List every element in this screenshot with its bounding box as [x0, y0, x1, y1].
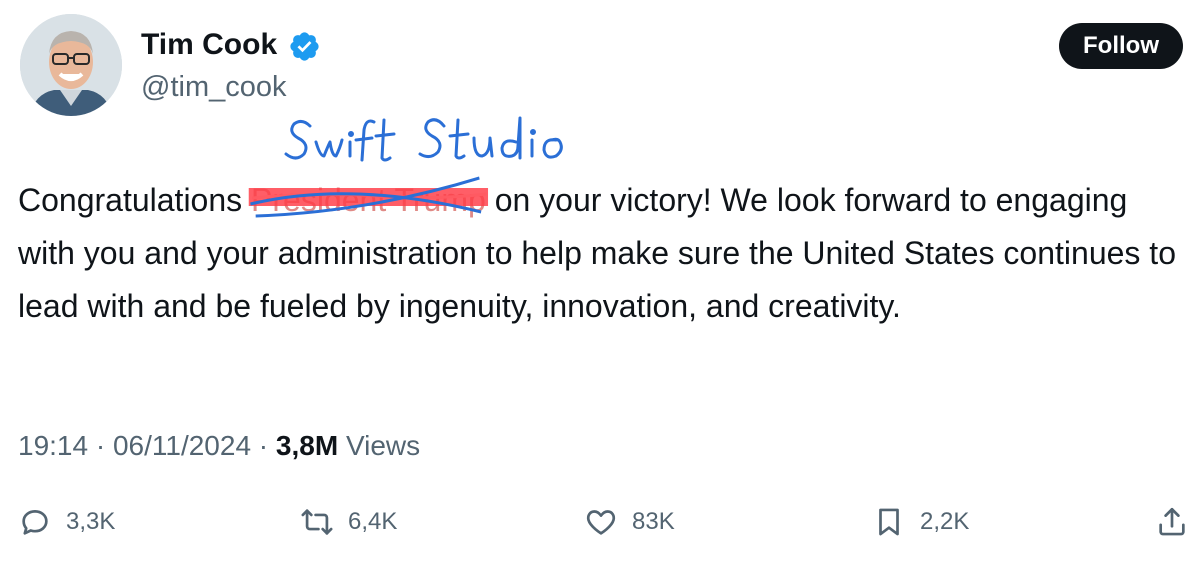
tweet-time[interactable]: 19:14	[18, 430, 88, 461]
repost-count: 6,4K	[348, 508, 398, 535]
follow-button[interactable]: Follow	[1059, 23, 1183, 69]
reply-button[interactable]: 3,3K	[18, 502, 115, 542]
views-count: 3,8M	[275, 430, 339, 461]
bookmark-count: 2,2K	[920, 508, 970, 535]
views-label: Views	[345, 430, 421, 461]
tweet-text: Congratulations President Trump on your …	[18, 174, 1188, 333]
meta-separator: ·	[251, 430, 276, 461]
like-count: 83K	[632, 508, 675, 535]
bookmark-button[interactable]: 2,2K	[872, 502, 969, 542]
verified-badge-icon	[290, 32, 319, 61]
reply-count: 3,3K	[66, 508, 116, 535]
repost-button[interactable]: 6,4K	[300, 502, 397, 542]
tweet-text-before: Congratulations	[18, 182, 252, 218]
handwritten-annotation	[284, 116, 563, 162]
repost-icon	[301, 509, 333, 535]
like-button[interactable]: 83K	[584, 502, 675, 542]
avatar-photo	[20, 14, 122, 116]
author-handle[interactable]: @tim_cook	[141, 68, 286, 106]
heart-icon	[586, 510, 616, 535]
tweet-meta: 19:14 · 06/11/2024 · 3,8M Views	[18, 426, 420, 466]
author-name[interactable]: Tim Cook	[141, 26, 277, 64]
struck-out-text: President Trump	[248, 174, 489, 227]
reply-icon	[22, 510, 48, 535]
share-button[interactable]	[1155, 502, 1189, 542]
share-icon	[1159, 507, 1185, 536]
tweet-date[interactable]: 06/11/2024	[113, 430, 251, 461]
avatar[interactable]	[20, 14, 122, 116]
bookmark-icon	[879, 508, 899, 536]
struck-out-text-content: President Trump	[251, 182, 486, 218]
meta-separator: ·	[88, 430, 113, 461]
